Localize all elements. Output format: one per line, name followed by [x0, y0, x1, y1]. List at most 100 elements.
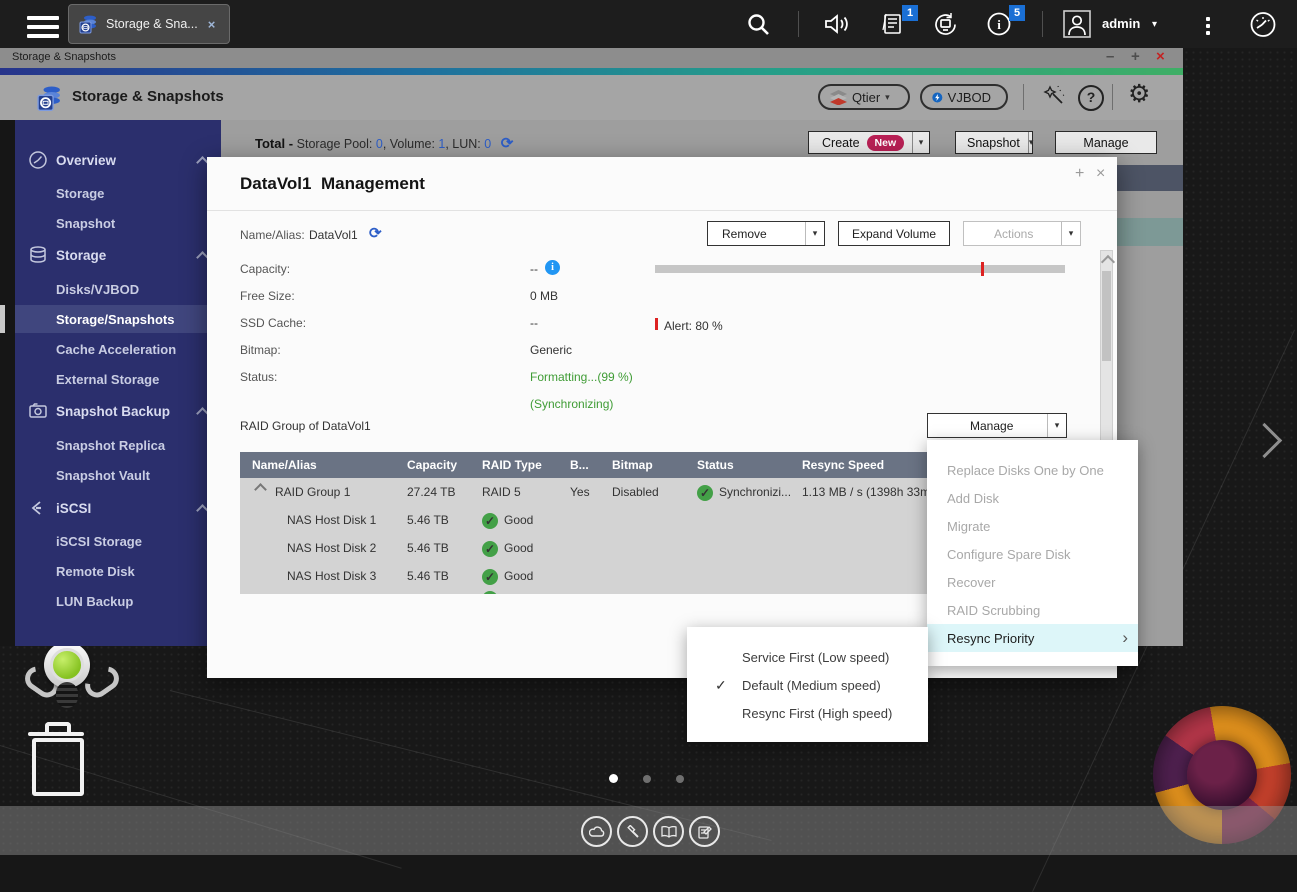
scrollbar-thumb[interactable]	[1102, 271, 1111, 361]
user-name[interactable]: admin	[1102, 16, 1140, 31]
volume-icon[interactable]	[824, 12, 852, 36]
actions-button[interactable]: Actions ▾	[963, 221, 1081, 246]
dialog-close-icon[interactable]: ×	[1096, 165, 1105, 183]
row-collapse-chevron-icon[interactable]	[254, 483, 267, 496]
submenu-item-service-first[interactable]: Service First (Low speed)	[687, 643, 928, 671]
header-separator	[1112, 84, 1113, 110]
create-caret-icon[interactable]: ▾	[912, 132, 929, 153]
raid-manage-caret-icon[interactable]: ▾	[1047, 414, 1066, 437]
sidebar-item-remote-disk[interactable]: Remote Disk	[15, 557, 221, 585]
col-capacity[interactable]: Capacity	[407, 458, 457, 472]
create-button[interactable]: Create New ▾	[808, 131, 930, 154]
background-table-row-selected	[1117, 218, 1183, 246]
ssd-cache-value: --	[530, 316, 538, 330]
menu-item-label: Resync Priority	[947, 631, 1034, 646]
utilities-icon[interactable]	[617, 816, 648, 847]
remove-caret-icon[interactable]: ▾	[805, 222, 824, 245]
submenu-item-resync-first[interactable]: Resync First (High speed)	[687, 699, 928, 727]
menu-item-raid-scrubbing[interactable]: RAID Scrubbing	[927, 596, 1138, 624]
sidebar-item-label: Disks/VJBOD	[56, 282, 139, 297]
cell-name: NAS Host Disk 2	[287, 541, 376, 555]
sidebar-section-label: Snapshot Backup	[56, 404, 170, 419]
actions-label: Actions	[994, 227, 1033, 241]
col-status[interactable]: Status	[697, 458, 734, 472]
rename-refresh-icon[interactable]: ⟳	[369, 224, 382, 242]
main-menu-icon[interactable]	[27, 11, 59, 43]
sidebar-section-iscsi[interactable]: iSCSI	[15, 494, 221, 522]
page-dot[interactable]	[643, 775, 651, 783]
submenu-item-default[interactable]: ✓ Default (Medium speed)	[687, 671, 928, 699]
col-resync-speed[interactable]: Resync Speed	[802, 458, 884, 472]
vjbod-button[interactable]: VJBOD	[920, 84, 1008, 110]
sidebar-item-snapshot-replica[interactable]: Snapshot Replica	[15, 431, 221, 459]
bitmap-label: Bitmap:	[240, 343, 281, 357]
user-avatar-icon[interactable]	[1063, 10, 1091, 38]
manage-button[interactable]: Manage	[1055, 131, 1157, 154]
refresh-icon[interactable]: ⟳	[501, 135, 514, 152]
snapshot-caret-icon[interactable]: ▾	[1028, 132, 1034, 153]
manual-book-icon[interactable]	[653, 816, 684, 847]
window-maximize-icon[interactable]: +	[1131, 48, 1140, 65]
sidebar-item-external-storage[interactable]: External Storage	[15, 365, 221, 393]
sidebar-item-iscsi-storage[interactable]: iSCSI Storage	[15, 527, 221, 555]
user-menu-caret-icon[interactable]: ▾	[1152, 19, 1157, 30]
create-label: Create	[822, 136, 860, 150]
free-size-label: Free Size:	[240, 289, 295, 303]
page-dot-active[interactable]	[609, 774, 618, 783]
col-b[interactable]: B...	[570, 458, 589, 472]
dialog-add-icon[interactable]: +	[1075, 165, 1084, 183]
menu-item-add-disk[interactable]: Add Disk	[927, 484, 1138, 512]
settings-gear-icon[interactable]: ⚙	[1128, 79, 1150, 109]
sidebar-item-storage-snapshots[interactable]: Storage/Snapshots	[15, 305, 221, 333]
menu-item-migrate[interactable]: Migrate	[927, 512, 1138, 540]
sidebar-item-snapshot-vault[interactable]: Snapshot Vault	[15, 461, 221, 489]
col-bitmap[interactable]: Bitmap	[612, 458, 653, 472]
more-options-icon[interactable]	[1206, 14, 1210, 38]
trash-body	[32, 738, 84, 796]
status-ok-icon: ✓	[482, 541, 498, 557]
menu-item-configure-spare-disk[interactable]: Configure Spare Disk	[927, 540, 1138, 568]
tab-label: Storage & Sna...	[106, 17, 198, 31]
sidebar-item-cache-acceleration[interactable]: Cache Acceleration	[15, 335, 221, 363]
notes-icon[interactable]	[689, 816, 720, 847]
menu-item-resync-priority[interactable]: Resync Priority ›	[927, 624, 1138, 652]
sidebar-item-disks-vjbod[interactable]: Disks/VJBOD	[15, 275, 221, 303]
notifications-icon[interactable]: i 5	[986, 10, 1020, 40]
snapshot-button[interactable]: Snapshot ▾	[955, 131, 1033, 154]
sidebar-item-snapshot-overview[interactable]: Snapshot	[15, 209, 221, 237]
window-titlebar[interactable]: Storage & Snapshots – + ×	[0, 48, 1183, 68]
capacity-info-icon[interactable]: i	[545, 260, 560, 275]
menu-item-replace-disks[interactable]: Replace Disks One by One	[927, 456, 1138, 484]
dashboard-gauge-icon[interactable]	[1249, 11, 1277, 38]
col-raid-type[interactable]: RAID Type	[482, 458, 542, 472]
myqnapcloud-icon[interactable]	[581, 816, 612, 847]
col-name-alias[interactable]: Name/Alias	[252, 458, 317, 472]
sidebar-section-snapshot-backup[interactable]: Snapshot Backup	[15, 397, 221, 425]
tab-storage-snapshots[interactable]: Storage & Sna... ×	[68, 4, 230, 44]
sidebar-section-label: iSCSI	[56, 501, 91, 516]
remove-button[interactable]: Remove ▾	[707, 221, 825, 246]
window-close-icon[interactable]: ×	[1156, 48, 1165, 65]
sidebar-section-overview[interactable]: Overview	[15, 146, 221, 174]
expand-volume-button[interactable]: Expand Volume	[838, 221, 950, 246]
page-dot[interactable]	[676, 775, 684, 783]
sidebar-item-lun-backup[interactable]: LUN Backup	[15, 587, 221, 615]
recycle-bin-icon[interactable]	[28, 722, 88, 792]
help-icon[interactable]: ?	[1078, 85, 1104, 111]
sidebar-section-storage[interactable]: Storage	[15, 241, 221, 269]
external-device-icon[interactable]	[932, 11, 959, 38]
qtier-label: Qtier	[852, 90, 880, 105]
scrollbar-up-icon[interactable]	[1101, 255, 1115, 269]
window-minimize-icon[interactable]: –	[1106, 48, 1114, 65]
menu-item-recover[interactable]: Recover	[927, 568, 1138, 596]
tab-close-icon[interactable]: ×	[208, 17, 216, 32]
sidebar-item-storage-overview[interactable]: Storage	[15, 179, 221, 207]
wizard-wand-icon[interactable]	[1040, 84, 1067, 111]
qtier-button[interactable]: Qtier ▾	[818, 84, 910, 110]
manage-dropdown-menu: Replace Disks One by One Add Disk Migrat…	[927, 440, 1138, 666]
raid-manage-button[interactable]: Manage ▾	[927, 413, 1067, 438]
background-tasks-badge: 1	[902, 5, 918, 21]
qtier-caret-icon: ▾	[885, 92, 890, 103]
background-tasks-icon[interactable]: 1	[880, 10, 914, 40]
search-icon[interactable]	[746, 12, 771, 37]
